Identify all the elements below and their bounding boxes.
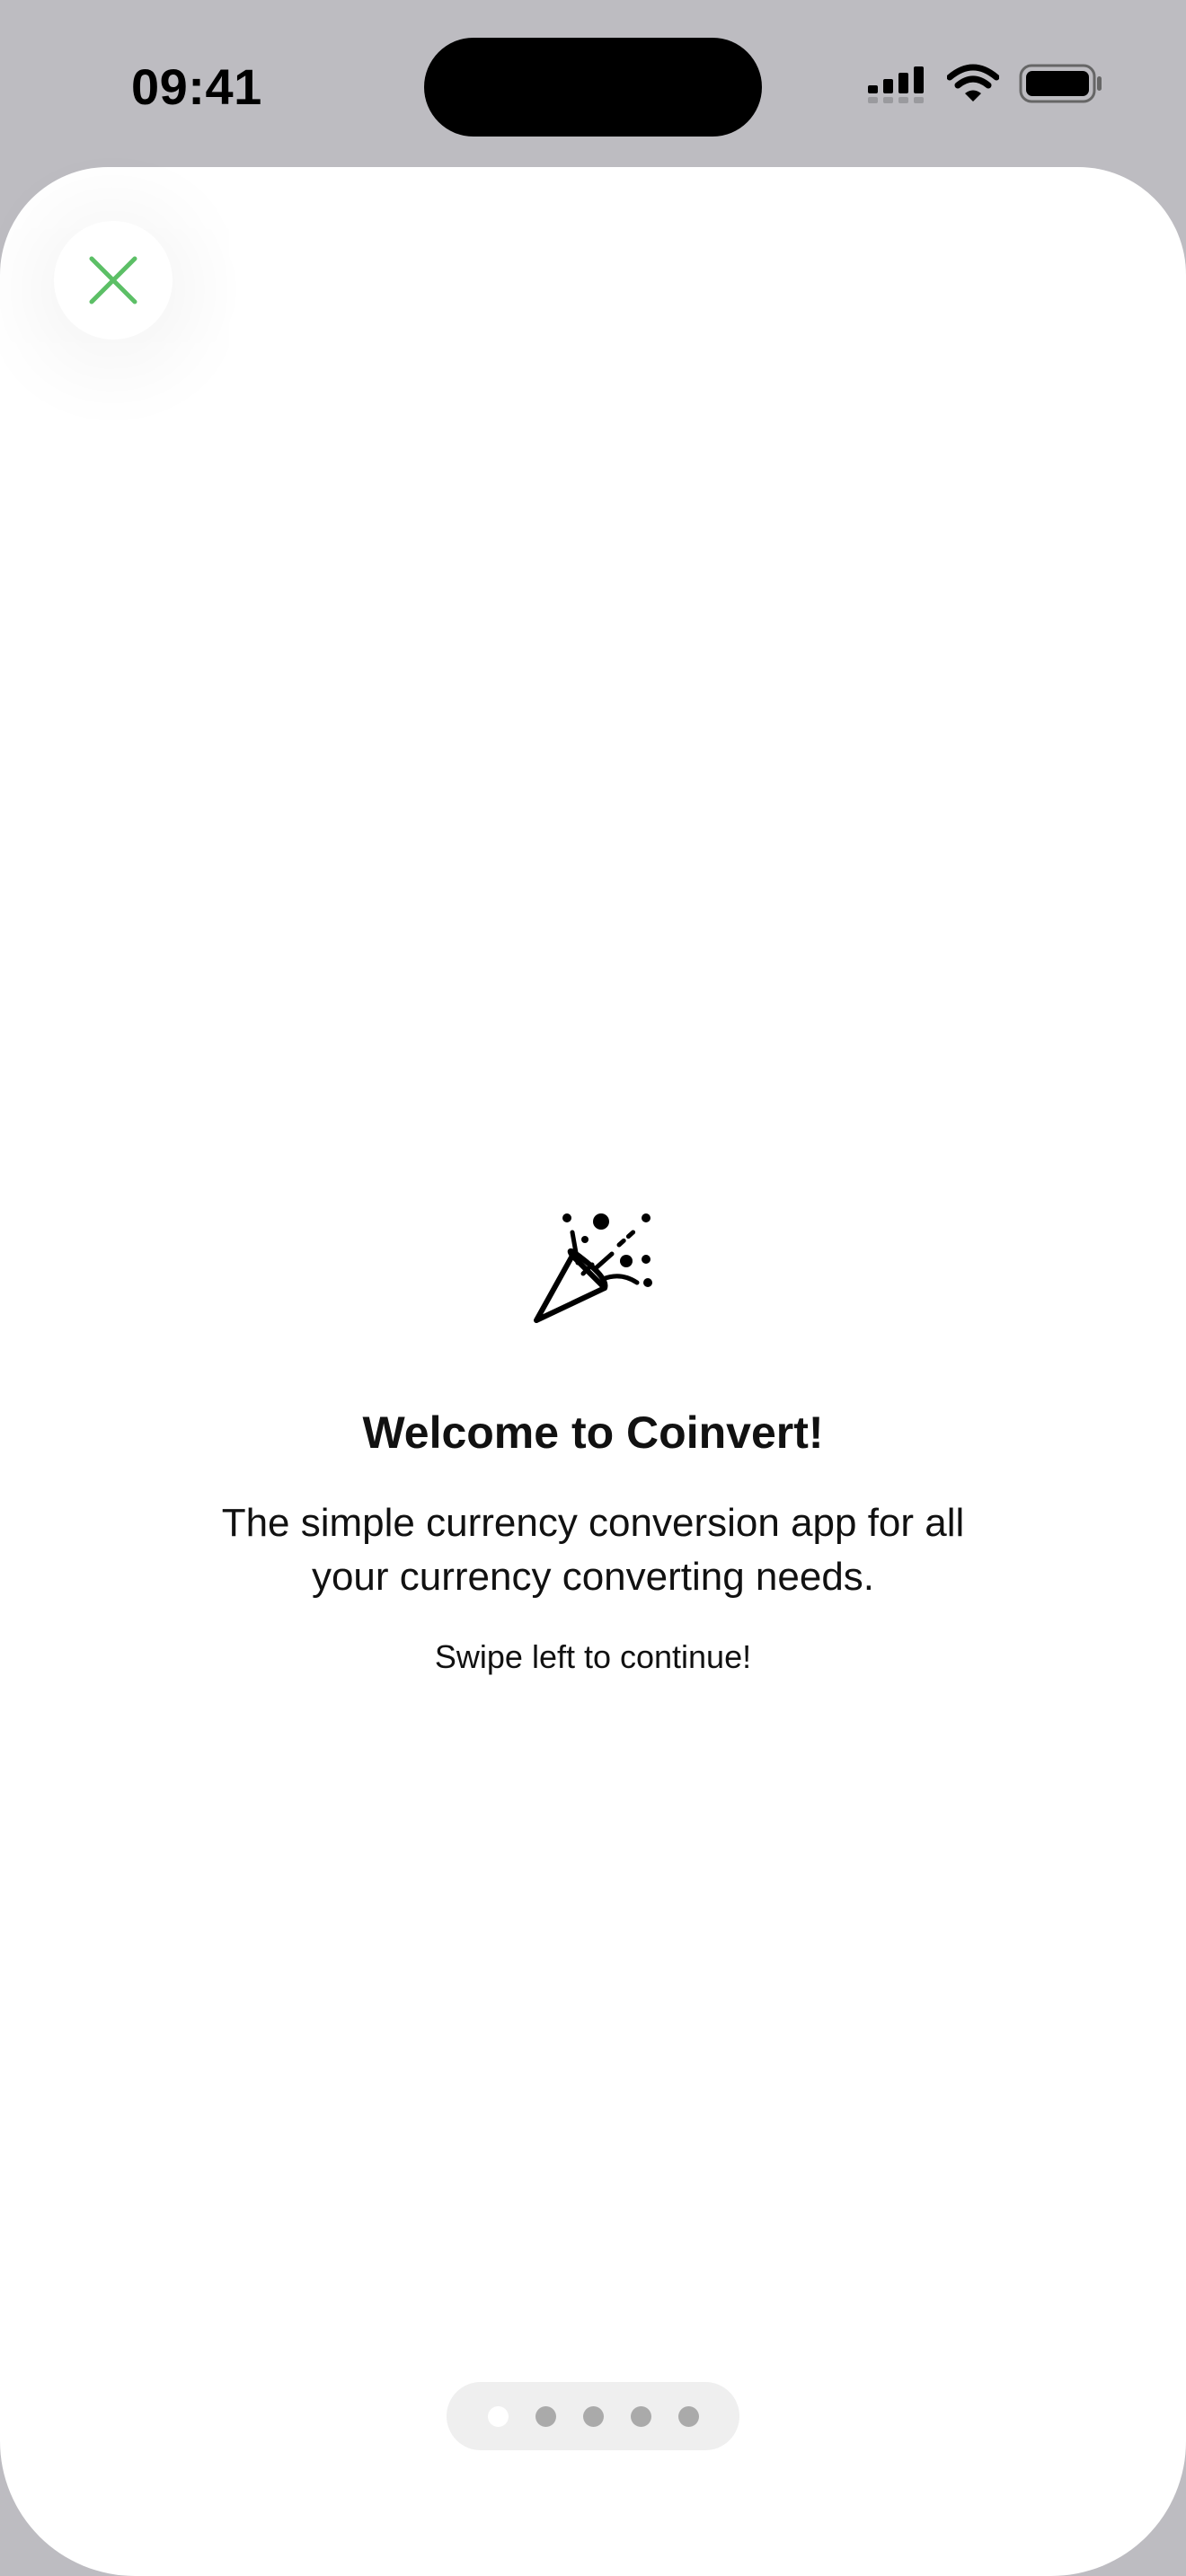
page-dot-2[interactable] — [535, 2405, 556, 2427]
dynamic-island — [424, 38, 762, 137]
status-time: 09:41 — [131, 58, 262, 115]
welcome-content: Welcome to Coinvert! The simple currency… — [0, 1209, 1186, 1676]
status-icons — [868, 63, 1103, 104]
page-dot-1[interactable] — [487, 2405, 509, 2427]
swipe-hint: Swipe left to continue! — [434, 1638, 752, 1675]
party-popper-icon — [534, 1213, 652, 1323]
wifi-icon — [947, 64, 999, 101]
cellular-signal-icon — [868, 66, 924, 103]
onboarding-sheet[interactable]: Welcome to Coinvert! The simple currency… — [0, 167, 1186, 2576]
status-bar: 09:41 — [0, 0, 1186, 167]
page-dot-4[interactable] — [630, 2405, 651, 2427]
page-dot-3[interactable] — [582, 2405, 604, 2427]
battery-icon — [1019, 64, 1102, 103]
welcome-title: Welcome to Coinvert! — [362, 1407, 824, 1458]
close-button[interactable] — [54, 221, 173, 340]
page-indicator[interactable] — [447, 2382, 739, 2450]
welcome-subtitle: The simple currency conversion app for a… — [221, 1501, 965, 1599]
page-dot-5[interactable] — [677, 2405, 699, 2427]
close-icon — [89, 256, 137, 304]
